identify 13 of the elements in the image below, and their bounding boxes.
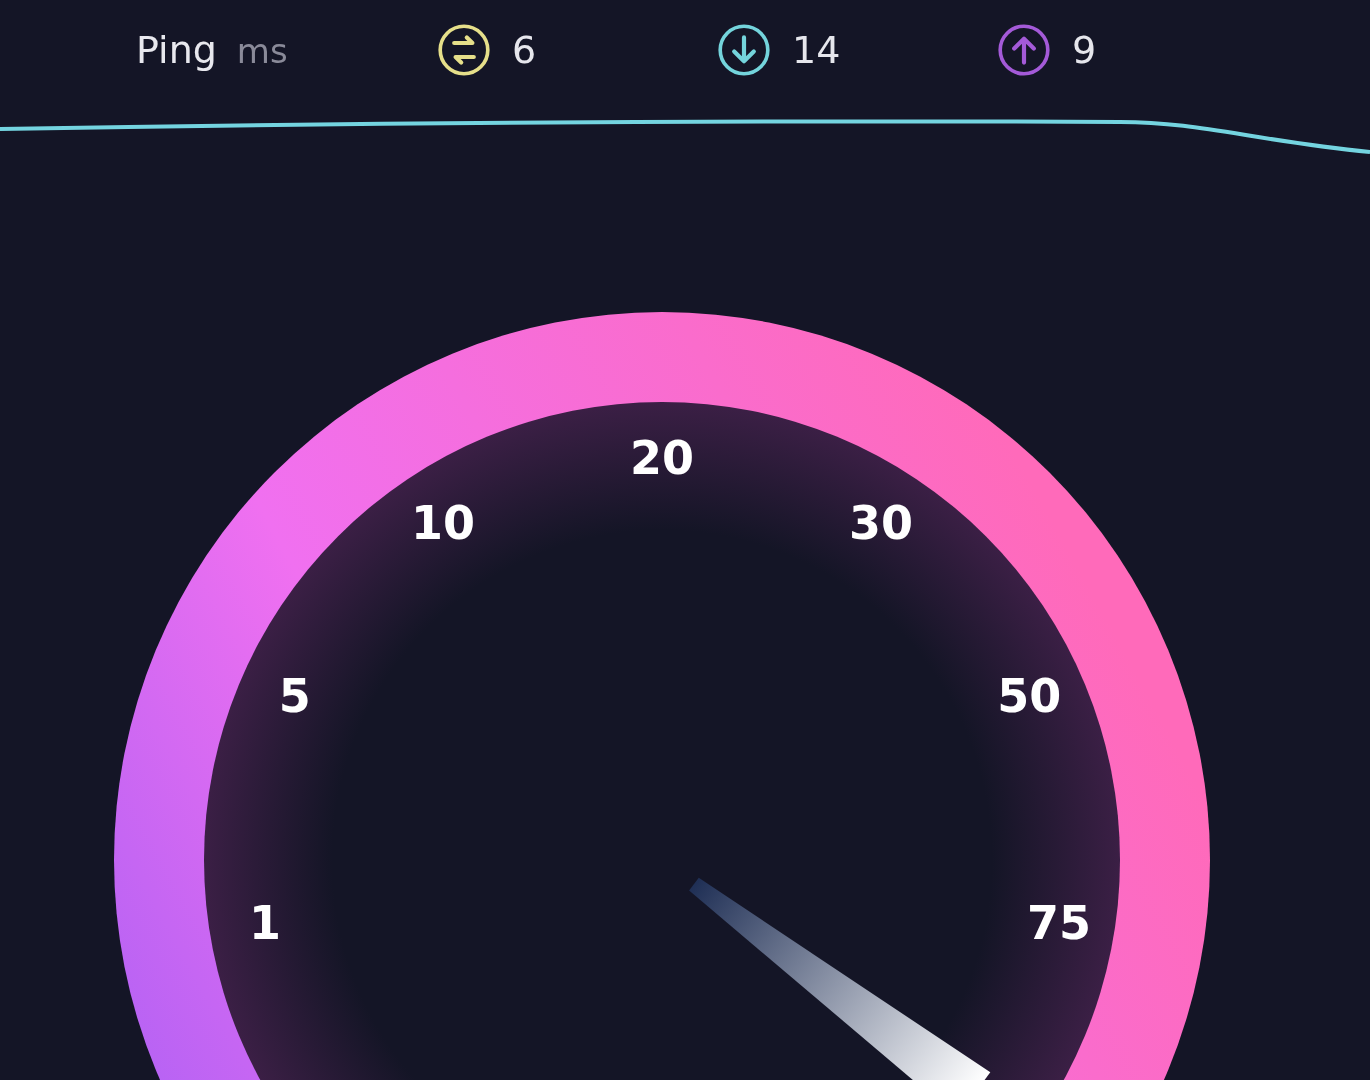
scale-label: 20 (630, 431, 694, 485)
ping-label: Ping (136, 28, 217, 72)
stat-value: 6 (512, 28, 537, 72)
unit-label: ms (236, 31, 288, 71)
stat-value: 9 (1072, 28, 1097, 72)
scale-label: 50 (997, 669, 1062, 724)
scale-label: 10 (411, 495, 476, 550)
scale-label: 5 (278, 669, 311, 724)
scale-label: 30 (848, 495, 913, 550)
scale-label: 1 (248, 895, 281, 950)
exchange-arrows-icon (436, 22, 492, 78)
scale-label: 75 (1027, 895, 1092, 950)
stat-value: 14 (792, 28, 841, 72)
